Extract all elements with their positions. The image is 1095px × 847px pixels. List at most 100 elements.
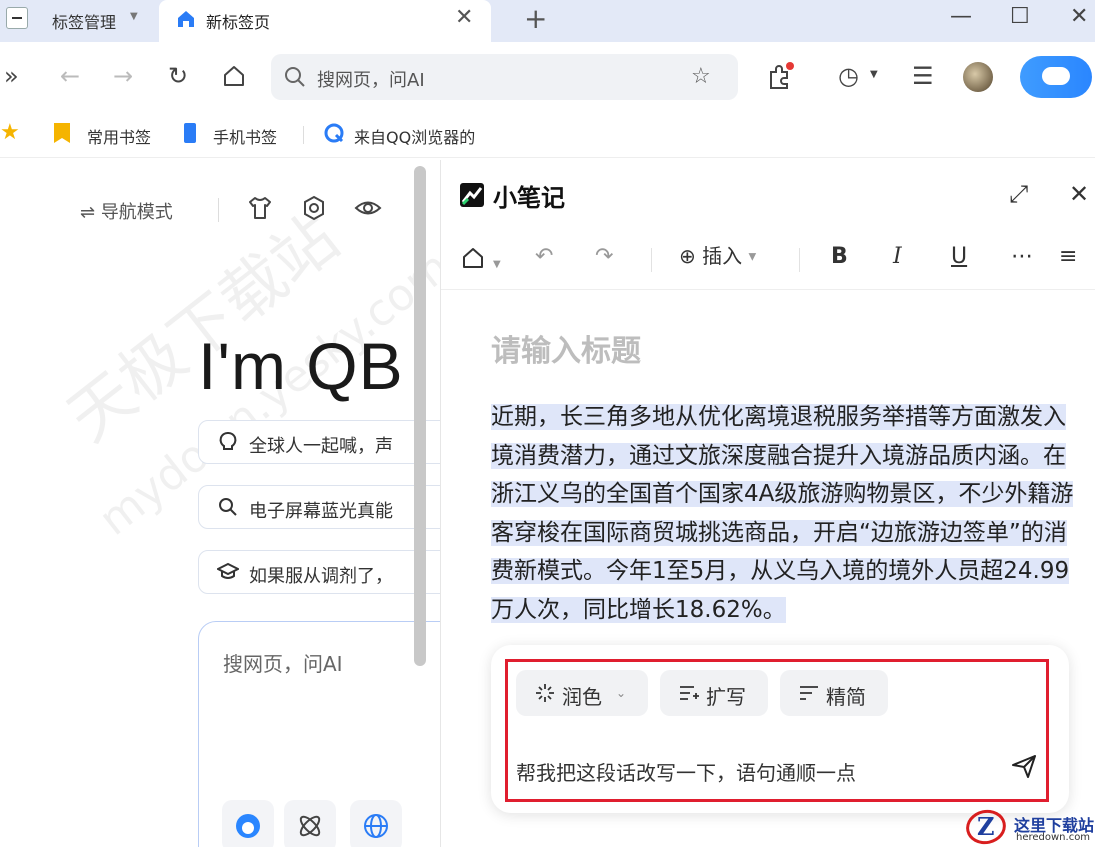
history-dropdown-icon[interactable]: ▼ — [870, 70, 878, 80]
insert-button[interactable]: ⊕ 插入 ▼ — [679, 246, 756, 266]
window-close-icon[interactable]: ✕ — [1070, 4, 1088, 29]
chevron-down-icon: ▼ — [130, 11, 138, 22]
quick-tool-globe[interactable] — [350, 800, 402, 847]
logo-domain: heredown.com — [1016, 832, 1091, 843]
search-placeholder: 搜网页，问AI — [223, 652, 343, 676]
history-icon[interactable]: ◷ — [838, 64, 859, 88]
avatar[interactable] — [963, 62, 993, 92]
address-bar[interactable]: 搜网页，问AI ☆ — [271, 54, 738, 100]
divider — [218, 198, 219, 222]
bookmark-mobile[interactable]: 手机书签 — [213, 124, 277, 148]
divider — [799, 248, 800, 272]
skin-shirt-icon[interactable] — [246, 194, 274, 222]
nav-mode-label: 导航模式 — [100, 202, 173, 223]
annotation-highlight-box: 润色 ⌄ 扩写 精简 帮我把这段话改写一下，语句通顺一点 — [505, 659, 1049, 802]
tab-new-tab[interactable]: 新标签页 ✕ — [159, 0, 491, 42]
notes-logo-icon — [460, 183, 484, 207]
notes-title: 小笔记 — [493, 184, 565, 212]
expand-lines-icon — [680, 686, 699, 700]
maximize-icon[interactable]: ☐ — [1010, 4, 1030, 29]
redo-icon[interactable]: ↷ — [595, 246, 613, 268]
close-panel-icon[interactable]: ✕ — [1069, 180, 1089, 208]
site-logo-stamp: Z 这里下载站 heredown.com — [960, 806, 1095, 847]
globe-icon — [364, 814, 388, 838]
back-icon[interactable]: ← — [60, 64, 80, 88]
search-icon — [285, 67, 305, 87]
phone-icon — [184, 123, 196, 143]
notes-panel: 小笔记 ⤢ ✕ ▼ ↶ ↷ ⊕ 插入 ▼ B I U ⋯ ≡ 请输入标题 近期，… — [440, 160, 1095, 847]
tab-label: 新标签页 — [206, 13, 271, 32]
hot-search-item[interactable]: 全球人一起喊，声 — [198, 420, 440, 464]
logo-letter: Z — [977, 812, 995, 841]
quick-tool-ai[interactable] — [222, 800, 274, 847]
ai-prompt-input[interactable]: 帮我把这段话改写一下，语句通顺一点 — [516, 757, 856, 786]
star-icon[interactable]: ★ — [0, 120, 20, 145]
minimize-icon[interactable]: — — [950, 4, 972, 29]
tab-group-icon — [6, 7, 28, 29]
cloud-icon — [1042, 67, 1070, 85]
insert-label: 插入 — [702, 244, 743, 268]
browser-toolbar: » ← → ↻ 搜网页，问AI ☆ ◷ ▼ ☰ — [0, 42, 1095, 112]
notification-dot — [786, 62, 794, 70]
simplify-button[interactable]: 精简 — [780, 670, 888, 716]
bulb-icon — [219, 432, 237, 450]
quick-tool-atom[interactable] — [284, 800, 336, 847]
sparkle-icon — [536, 684, 554, 702]
more-icon[interactable]: ⋯ — [1011, 246, 1033, 268]
close-tab-icon[interactable]: ✕ — [455, 5, 473, 30]
chevron-down-icon: ⌄ — [616, 686, 627, 700]
hot-search-item[interactable]: 如果服从调剂了， — [198, 550, 440, 594]
document-title-input[interactable]: 请输入标题 — [491, 326, 641, 370]
italic-icon[interactable]: I — [893, 246, 902, 268]
bookmark-star-icon[interactable]: ☆ — [691, 64, 711, 89]
home-tab-icon — [178, 11, 194, 27]
bookmark-qq-import[interactable]: 来自QQ浏览器的 — [354, 124, 475, 148]
address-placeholder: 搜网页，问AI — [317, 70, 425, 91]
tab-manager[interactable]: 标签管理 ▼ — [0, 0, 158, 42]
hot-search-item[interactable]: 电子屏幕蓝光真能 — [198, 485, 440, 529]
new-tab-page: 天极下载站 mydown.yesky.com ⇌ 导航模式 I'm QB 全球人… — [0, 158, 440, 847]
align-icon[interactable]: ≡ — [1059, 246, 1077, 268]
polish-label: 润色 — [562, 685, 602, 709]
forward-icon[interactable]: → — [113, 64, 133, 88]
settings-icon[interactable] — [300, 194, 328, 222]
document-body[interactable]: 近期，长三角多地从优化离境退税服务举措等方面激发入境消费潜力，通过文旅深度融合提… — [491, 398, 1076, 629]
bookmark-divider — [303, 126, 304, 144]
undo-icon[interactable]: ↶ — [535, 246, 553, 268]
bookmark-common[interactable]: 常用书签 — [87, 124, 151, 148]
nav-mode-button[interactable]: ⇌ 导航模式 — [80, 198, 173, 224]
underline-icon[interactable]: U — [951, 246, 967, 268]
search-icon — [219, 498, 237, 516]
tab-strip: 标签管理 ▼ 新标签页 ✕ + — ☐ ✕ — [0, 0, 1095, 42]
selected-text: 近期，长三角多地从优化离境退税服务举措等方面激发入境消费潜力，通过文旅深度融合提… — [491, 404, 1074, 623]
qq-browser-icon — [324, 123, 344, 143]
send-icon[interactable] — [1010, 752, 1038, 780]
polish-button[interactable]: 润色 ⌄ — [516, 670, 648, 716]
expand-label: 扩写 — [706, 685, 746, 709]
cloud-sync-button[interactable] — [1020, 56, 1092, 98]
tab-manager-label: 标签管理 — [52, 13, 117, 32]
expand-writing-button[interactable]: 扩写 — [660, 670, 768, 716]
eye-icon[interactable] — [354, 194, 382, 222]
bookmarks-bar: ★ 常用书签 手机书签 来自QQ浏览器的 — [0, 112, 1095, 158]
format-toolbar: ▼ ↶ ↷ ⊕ 插入 ▼ B I U ⋯ ≡ — [441, 230, 1095, 290]
graduation-cap-icon — [217, 562, 239, 579]
scrollbar[interactable] — [414, 166, 426, 666]
expand-icon[interactable]: ⤢ — [1009, 180, 1028, 208]
simplify-label: 精简 — [826, 685, 866, 709]
bookmark-star-icon — [54, 123, 70, 143]
hot-search-text: 电子屏幕蓝光真能 — [249, 501, 393, 522]
reload-icon[interactable]: ↻ — [168, 64, 188, 88]
home-icon[interactable] — [222, 64, 246, 88]
simplify-lines-icon — [800, 686, 818, 700]
sidebar-expand-icon[interactable]: » — [4, 64, 19, 88]
hot-search-text: 全球人一起喊，声 — [249, 436, 393, 457]
atom-icon — [299, 815, 321, 837]
chevron-down-icon[interactable]: ▼ — [493, 254, 501, 276]
bold-icon[interactable]: B — [831, 246, 848, 268]
new-tab-button[interactable]: + — [524, 2, 547, 35]
hot-search-text: 如果服从调剂了， — [249, 566, 393, 587]
home-icon[interactable] — [461, 246, 485, 270]
ai-assistant-card: 润色 ⌄ 扩写 精简 帮我把这段话改写一下，语句通顺一点 — [491, 645, 1069, 813]
menu-icon[interactable]: ☰ — [912, 64, 934, 88]
